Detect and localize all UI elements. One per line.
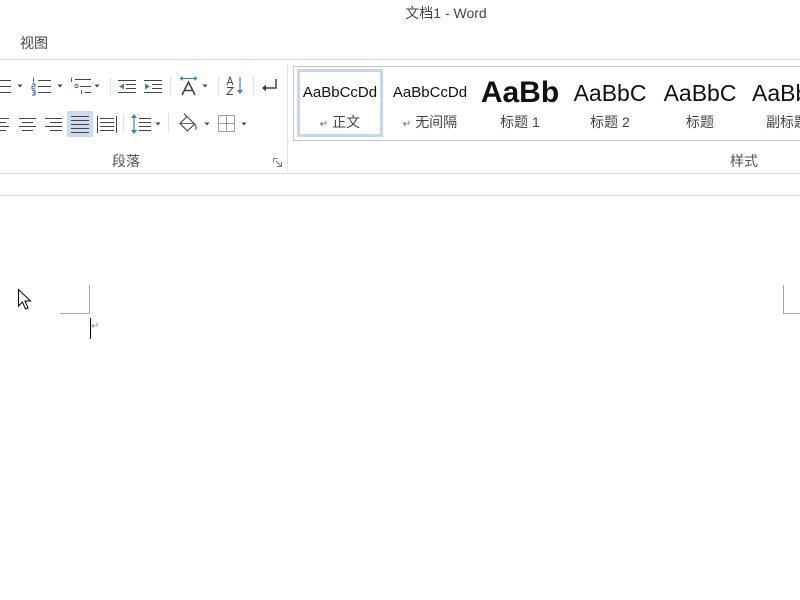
style-sample: AaBbCcDd	[302, 84, 378, 101]
style-sample: AaBbC	[663, 80, 737, 106]
style-item-normal[interactable]: AaBbCcDd ↵ 正文	[297, 69, 383, 137]
align-right-icon	[45, 118, 62, 131]
chevron-down-icon	[202, 84, 208, 88]
increase-indent-button[interactable]	[143, 75, 164, 97]
paragraph-dialog-launcher[interactable]	[273, 158, 282, 167]
style-name: 副标题	[766, 114, 800, 130]
style-item-title[interactable]: AaBbC 标题	[657, 69, 743, 137]
style-item-heading-1[interactable]: AaBb 标题 1	[477, 69, 563, 137]
line-spacing-icon	[131, 114, 151, 134]
style-name-text: 正文	[332, 114, 361, 130]
shading-button[interactable]	[177, 112, 211, 136]
sort-icon	[225, 75, 243, 95]
style-name: ↵ 正文	[300, 114, 380, 130]
distribute-button[interactable]	[96, 112, 118, 136]
align-center-icon	[19, 118, 36, 131]
style-name: 标题 2	[590, 114, 630, 130]
group-separator	[110, 77, 111, 96]
style-sample: AaBbC	[573, 80, 647, 106]
increase-indent-icon	[144, 80, 162, 93]
style-name: ↵ 无间隔	[390, 114, 470, 130]
decrease-indent-icon	[118, 80, 136, 93]
chevron-down-icon	[57, 84, 63, 88]
asian-layout-icon	[179, 76, 198, 96]
chevron-down-icon	[204, 122, 210, 126]
borders-button[interactable]	[217, 112, 250, 136]
numbering-button[interactable]	[31, 75, 65, 97]
multilevel-list-icon	[71, 77, 91, 94]
justify-button[interactable]	[67, 111, 93, 137]
style-sample: AaBb	[480, 76, 560, 109]
show-hide-marks-button[interactable]	[259, 75, 281, 97]
paragraph-group-label: 段落	[112, 153, 140, 169]
group-separator	[253, 77, 254, 96]
styles-group-label: 样式	[730, 153, 758, 169]
style-name-text: 无间隔	[415, 114, 458, 130]
ribbon-bottom-border	[0, 173, 800, 174]
document-page[interactable]	[0, 196, 800, 600]
paragraph-mark: ↵	[91, 321, 100, 332]
shading-icon	[179, 113, 197, 132]
page-corner-mark-left	[60, 313, 90, 314]
paragraph-mark: ↵	[402, 119, 412, 130]
tab-view[interactable]: 视图	[20, 35, 48, 51]
group-separator	[218, 77, 219, 96]
mouse-pointer-icon	[18, 288, 32, 310]
style-name: 标题 1	[500, 114, 540, 130]
align-left-icon	[0, 118, 9, 131]
styles-gallery: AaBbCcDd ↵ 正文 AaBbCcDd ↵ 无间隔 AaBb 标题 1 AaB…	[293, 66, 800, 141]
dialog-launcher-icon	[273, 158, 282, 167]
distribute-icon	[97, 116, 117, 133]
bullets-button[interactable]	[0, 75, 26, 97]
chevron-down-icon	[94, 84, 100, 88]
style-item-no-spacing[interactable]: AaBbCcDd ↵ 无间隔	[387, 69, 473, 137]
group-separator	[123, 114, 124, 133]
chevron-down-icon	[17, 84, 23, 88]
group-separator	[170, 77, 171, 96]
line-spacing-button[interactable]	[130, 112, 163, 136]
window-title: 文档1 - Word	[405, 5, 487, 21]
style-sample: AaBbC	[752, 80, 800, 106]
page-corner-mark-left	[89, 285, 90, 314]
chevron-down-icon	[155, 122, 161, 126]
align-center-button[interactable]	[17, 112, 39, 136]
paragraph-mark: ↵	[319, 119, 329, 130]
justify-icon	[71, 116, 89, 133]
sort-button[interactable]	[225, 75, 247, 97]
borders-icon	[218, 115, 235, 132]
align-left-button[interactable]	[0, 112, 12, 136]
numbering-icon	[31, 77, 51, 96]
group-separator	[168, 114, 169, 133]
multilevel-list-button[interactable]	[69, 75, 103, 97]
chevron-down-icon	[241, 122, 247, 126]
align-right-button[interactable]	[43, 112, 65, 136]
style-name: 标题	[686, 114, 714, 130]
bullets-icon	[0, 80, 11, 93]
page-corner-mark-right	[783, 285, 784, 314]
decrease-indent-button[interactable]	[117, 75, 138, 97]
style-item-heading-2[interactable]: AaBbC 标题 2	[567, 69, 653, 137]
show-hide-marks-icon	[262, 79, 277, 92]
asian-layout-button[interactable]	[178, 75, 210, 97]
style-sample: AaBbCcDd	[392, 84, 468, 101]
page-corner-mark-right	[783, 313, 800, 314]
style-item-subtitle[interactable]: AaBbC 副标题	[747, 69, 800, 137]
group-separator	[287, 64, 288, 171]
